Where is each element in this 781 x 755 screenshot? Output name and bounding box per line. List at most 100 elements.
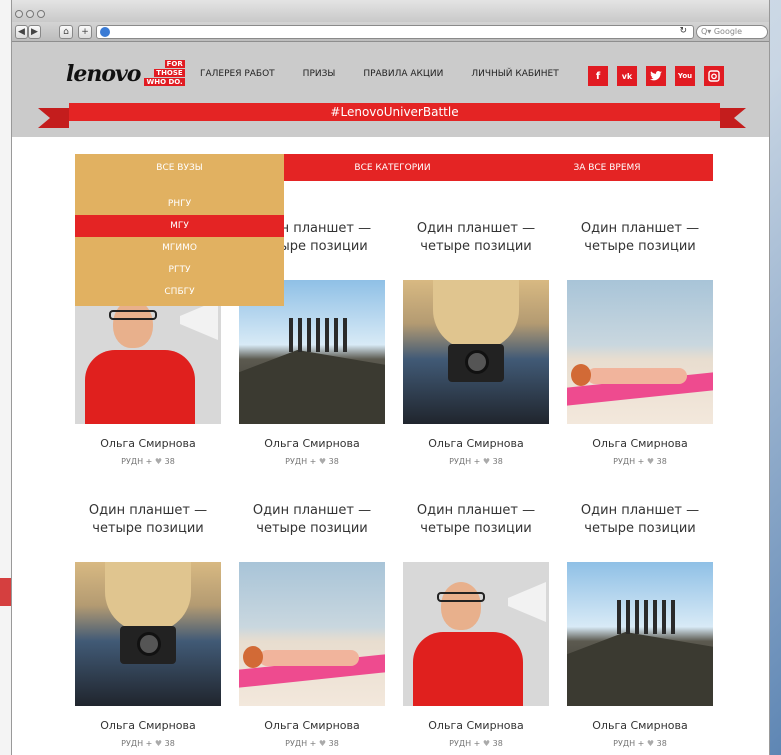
university-label: РУДН + [121, 457, 153, 466]
logo-tagline: FOR THOSE WHO DO. [144, 60, 185, 87]
main-nav: ГАЛЕРЕЯ РАБОТ ПРИЗЫ ПРАВИЛА АКЦИИ ЛИЧНЫЙ… [200, 69, 587, 79]
card-title[interactable]: Один планшет — четыре позиции [239, 502, 385, 542]
nav-rules[interactable]: ПРАВИЛА АКЦИИ [363, 69, 443, 79]
author-name[interactable]: Ольга Смирнова [239, 437, 385, 450]
card-photo[interactable] [403, 562, 549, 706]
card-photo[interactable] [567, 280, 713, 424]
zoom-window-button[interactable] [37, 10, 45, 18]
heart-icon[interactable]: ♥ [152, 739, 164, 748]
card-title[interactable]: Один планшет — четыре позиции [567, 220, 713, 260]
like-count: 38 [164, 457, 175, 466]
heart-icon[interactable]: ♥ [316, 457, 328, 466]
nav-account[interactable]: ЛИЧНЫЙ КАБИНЕТ [471, 69, 558, 79]
filter-universities[interactable]: ВСЕ ВУЗЫ [75, 154, 284, 181]
gallery-card[interactable]: Один планшет — четыре позиции Ольга Смирн… [75, 502, 221, 748]
minimize-window-button[interactable] [26, 10, 34, 18]
window-controls [15, 10, 45, 18]
university-label: РУДН + [449, 457, 481, 466]
author-name[interactable]: Ольга Смирнова [403, 719, 549, 732]
university-label: РУДН + [285, 457, 317, 466]
dropdown-item[interactable]: МГИМО [75, 237, 284, 259]
like-count: 38 [328, 739, 339, 748]
like-count: 38 [656, 457, 667, 466]
dropdown-item-selected[interactable]: МГУ [75, 215, 284, 237]
card-meta: РУДН + ♥ 38 [75, 739, 221, 748]
title-bar [12, 0, 769, 22]
author-name[interactable]: Ольга Смирнова [75, 437, 221, 450]
author-name[interactable]: Ольга Смирнова [75, 719, 221, 732]
lenovo-logo[interactable]: lenovo FOR THOSE WHO DO. [66, 60, 185, 87]
forward-button[interactable]: ▶ [28, 25, 41, 39]
address-bar[interactable]: ↻ [96, 25, 694, 39]
ribbon-tail-right [734, 108, 746, 128]
globe-icon [100, 27, 110, 37]
like-count: 38 [656, 739, 667, 748]
dropdown-item[interactable]: РНГУ [75, 193, 284, 215]
filter-bar: ВСЕ ВУЗЫ ВСЕ КАТЕГОРИИ ЗА ВСЕ ВРЕМЯ [75, 154, 713, 181]
social-links: f vk You [588, 66, 724, 86]
card-meta: РУДН + ♥ 38 [239, 739, 385, 748]
like-count: 38 [492, 457, 503, 466]
card-title[interactable]: Один планшет — четыре позиции [403, 502, 549, 542]
site-header: lenovo FOR THOSE WHO DO. ГАЛЕРЕЯ РАБОТ П… [12, 42, 769, 137]
card-meta: РУДН + ♥ 38 [75, 457, 221, 466]
gallery-card[interactable]: Один планшет — четыре позиции Ольга Смирн… [403, 502, 549, 748]
university-label: РУДН + [121, 739, 153, 748]
heart-icon[interactable]: ♥ [152, 457, 164, 466]
back-button[interactable]: ◀ [15, 25, 28, 39]
facebook-icon[interactable]: f [588, 66, 608, 86]
nav-gallery[interactable]: ГАЛЕРЕЯ РАБОТ [200, 69, 275, 79]
heart-icon[interactable]: ♥ [644, 457, 656, 466]
card-photo[interactable] [75, 562, 221, 706]
logo-tag-line: FOR [164, 60, 185, 68]
home-button[interactable]: ⌂ [59, 25, 73, 39]
like-count: 38 [328, 457, 339, 466]
gallery-card[interactable]: Один планшет — четыре позиции Ольга Смирн… [567, 220, 713, 466]
browser-toolbar: ◀ ▶ ⌂ + ↻ Q▾ Google [12, 22, 769, 42]
card-title[interactable]: Один планшет — четыре позиции [567, 502, 713, 542]
gallery-card[interactable]: Один планшет — четыре позиции Ольга Смирн… [567, 502, 713, 748]
card-meta: РУДН + ♥ 38 [403, 457, 549, 466]
browser-window: ◀ ▶ ⌂ + ↻ Q▾ Google lenovo FOR THOSE WHO… [11, 0, 770, 755]
university-label: РУДН + [285, 739, 317, 748]
card-title[interactable]: Один планшет — четыре позиции [403, 220, 549, 260]
youtube-icon[interactable]: You [675, 66, 695, 86]
twitter-icon[interactable] [646, 66, 666, 86]
university-label: РУДН + [449, 739, 481, 748]
card-photo[interactable] [403, 280, 549, 424]
card-title[interactable]: Один планшет — четыре позиции [75, 502, 221, 542]
reload-icon[interactable]: ↻ [679, 26, 687, 36]
gallery-card[interactable]: Один планшет — четыре позиции Ольга Смирн… [403, 220, 549, 466]
vk-icon[interactable]: vk [617, 66, 637, 86]
filter-categories[interactable]: ВСЕ КАТЕГОРИИ [284, 154, 501, 181]
like-count: 38 [492, 739, 503, 748]
gallery-card[interactable]: Один планшет — четыре позиции Ольга Смирн… [239, 502, 385, 748]
close-window-button[interactable] [15, 10, 23, 18]
heart-icon[interactable]: ♥ [480, 739, 492, 748]
add-bookmark-button[interactable]: + [78, 25, 92, 39]
card-meta: РУДН + ♥ 38 [567, 457, 713, 466]
nav-prizes[interactable]: ПРИЗЫ [303, 69, 336, 79]
search-field[interactable]: Q▾ Google [696, 25, 768, 39]
card-photo[interactable] [567, 562, 713, 706]
heart-icon[interactable]: ♥ [480, 457, 492, 466]
card-meta: РУДН + ♥ 38 [403, 739, 549, 748]
dropdown-item[interactable]: СПБГУ [75, 281, 284, 303]
heart-icon[interactable]: ♥ [644, 739, 656, 748]
dropdown-item[interactable]: РГТУ [75, 259, 284, 281]
instagram-icon[interactable] [704, 66, 724, 86]
logo-tag-line: THOSE [154, 69, 185, 77]
author-name[interactable]: Ольга Смирнова [567, 437, 713, 450]
card-photo[interactable] [239, 562, 385, 706]
hashtag-ribbon: #LenovoUniverBattle [69, 103, 720, 121]
universities-dropdown: РНГУ МГУ МГИМО РГТУ СПБГУ [75, 181, 284, 306]
author-name[interactable]: Ольга Смирнова [239, 719, 385, 732]
logo-wordmark: lenovo [66, 60, 141, 87]
like-count: 38 [164, 739, 175, 748]
heart-icon[interactable]: ♥ [316, 739, 328, 748]
card-meta: РУДН + ♥ 38 [567, 739, 713, 748]
filter-period[interactable]: ЗА ВСЕ ВРЕМЯ [501, 154, 713, 181]
author-name[interactable]: Ольга Смирнова [403, 437, 549, 450]
author-name[interactable]: Ольга Смирнова [567, 719, 713, 732]
ribbon-fold-right [720, 108, 734, 128]
